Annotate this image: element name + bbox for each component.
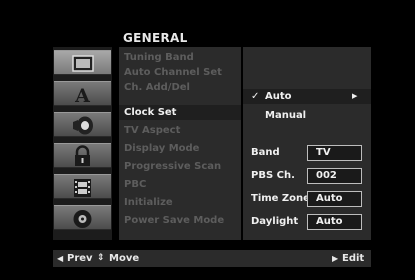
padlock-icon xyxy=(54,144,111,169)
category-icon-column: A xyxy=(53,47,112,240)
menu-item-display-mode[interactable]: Display Mode xyxy=(119,141,241,156)
band-value[interactable]: TV xyxy=(307,145,362,161)
tv-screen-icon xyxy=(54,51,111,76)
footer-prev: Prev xyxy=(67,253,93,264)
menu-item-progressive-scan[interactable]: Progressive Scan xyxy=(119,159,241,174)
settings-menu: Tuning Band Auto Channel Set Ch. Add/Del… xyxy=(119,47,241,240)
disc-icon xyxy=(54,206,111,231)
checkmark-icon: ✓ xyxy=(251,91,260,102)
option-panel xyxy=(243,47,371,240)
option-auto[interactable]: Auto xyxy=(265,89,292,104)
menu-item-tuning-band[interactable]: Tuning Band xyxy=(119,50,241,65)
menu-item-auto-channel-set[interactable]: Auto Channel Set xyxy=(119,65,241,80)
menu-item-power-save-mode[interactable]: Power Save Mode xyxy=(119,213,241,228)
time-zone-label: Time Zone xyxy=(251,193,310,204)
svg-text:A: A xyxy=(74,85,90,107)
tab-media[interactable] xyxy=(54,174,111,199)
arrow-right-icon: ▶ xyxy=(352,92,358,100)
daylight-value[interactable]: Auto xyxy=(307,214,362,230)
osd-screen: GENERAL A Tuning Band Auto Channel Set C… xyxy=(0,0,415,280)
footer-move: Move xyxy=(109,253,140,264)
daylight-label: Daylight xyxy=(251,216,299,227)
tab-display[interactable] xyxy=(54,50,111,75)
page-title: GENERAL xyxy=(123,31,188,45)
menu-item-ch-add-del[interactable]: Ch. Add/Del xyxy=(119,80,241,95)
tab-lock[interactable] xyxy=(54,143,111,168)
triangle-left-icon: ◀ xyxy=(57,254,64,263)
menu-item-tv-aspect[interactable]: TV Aspect xyxy=(119,123,241,138)
tab-language[interactable]: A xyxy=(54,81,111,107)
menu-item-initialize[interactable]: Initialize xyxy=(119,195,241,210)
speaker-audio-icon xyxy=(54,113,111,138)
time-zone-value[interactable]: Auto xyxy=(307,191,362,207)
band-label: Band xyxy=(251,147,280,158)
tab-audio[interactable] xyxy=(54,112,111,137)
menu-item-clock-set[interactable]: Clock Set xyxy=(119,105,241,120)
up-down-arrows-icon: ⇕ xyxy=(97,253,105,263)
pbs-channel-label: PBS Ch. xyxy=(251,170,295,181)
pbs-channel-value[interactable]: 002 xyxy=(307,168,362,184)
menu-item-pbc[interactable]: PBC xyxy=(119,177,241,192)
triangle-right-icon: ▶ xyxy=(332,254,339,263)
option-manual[interactable]: Manual xyxy=(265,108,306,123)
tab-disc[interactable] xyxy=(54,205,111,230)
footer-edit: Edit xyxy=(342,253,365,264)
film-icon xyxy=(54,175,111,200)
language-a-icon: A xyxy=(54,82,111,107)
